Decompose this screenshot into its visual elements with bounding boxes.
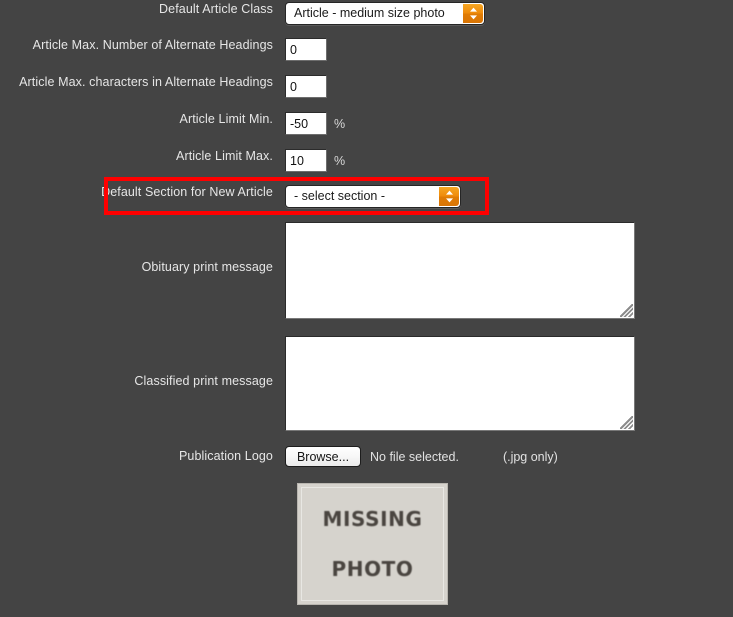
form-row-default-article-class: Default Article Class Article - medium s… — [0, 2, 733, 25]
publication-settings-form: Default Article Class Article - medium s… — [0, 0, 733, 617]
label-article-max-number-alternate-headings: Article Max. Number of Alternate Heading… — [32, 38, 273, 52]
field-article-limit-min: % — [285, 112, 345, 135]
label-publication-logo: Publication Logo — [178, 449, 273, 463]
form-row-obituary-print-message: Obituary print message — [0, 222, 733, 319]
textarea-classified-print-message[interactable] — [285, 336, 635, 431]
chevron-up-down-icon[interactable] — [439, 187, 459, 206]
field-default-article-class: Article - medium size photo — [285, 2, 485, 25]
textarea-obituary-print-message[interactable] — [285, 222, 635, 319]
form-row-classified-print-message: Classified print message — [0, 336, 733, 431]
select-default-article-class-value: Article - medium size photo — [294, 6, 445, 20]
label-classified-print-message: Classified print message — [134, 374, 273, 388]
file-selection-status: No file selected. — [370, 449, 459, 464]
file-format-note: (.jpg only) — [502, 449, 558, 464]
missing-photo-line-1: MISSING — [322, 507, 423, 531]
select-default-section-new-article[interactable]: - select section - — [285, 185, 461, 208]
select-default-article-class[interactable]: Article - medium size photo — [285, 2, 485, 25]
field-article-limit-max: % — [285, 149, 345, 172]
field-obituary-print-message — [285, 222, 635, 319]
resize-grip-icon[interactable] — [620, 416, 633, 429]
select-default-section-new-article-value: - select section - — [294, 189, 386, 203]
input-article-max-number-alternate-headings[interactable] — [285, 38, 327, 61]
field-article-max-number-alternate-headings — [285, 38, 327, 61]
field-classified-print-message — [285, 336, 635, 431]
field-publication-logo: Browse... No file selected. (.jpg only) — [285, 446, 558, 467]
resize-grip-icon[interactable] — [620, 304, 633, 317]
form-row-publication-logo: Publication Logo Browse... No file selec… — [0, 446, 733, 467]
form-row-article-limit-min: Article Limit Min. % — [0, 112, 733, 135]
label-default-article-class: Default Article Class — [159, 2, 273, 16]
label-article-max-characters-alternate-headings: Article Max. characters in Alternate Hea… — [19, 75, 273, 89]
label-article-limit-min: Article Limit Min. — [179, 112, 273, 126]
input-article-limit-min[interactable] — [285, 112, 327, 135]
input-article-limit-max[interactable] — [285, 149, 327, 172]
publication-logo-preview: MISSING PHOTO — [297, 483, 448, 605]
label-article-limit-max: Article Limit Max. — [176, 149, 273, 163]
input-article-max-characters-alternate-headings[interactable] — [285, 75, 327, 98]
field-default-section-new-article: - select section - — [285, 185, 461, 208]
form-row-default-section-new-article: Default Section for New Article - select… — [0, 185, 733, 208]
form-row-article-max-characters-alternate-headings: Article Max. characters in Alternate Hea… — [0, 75, 733, 98]
form-row-article-max-number-alternate-headings: Article Max. Number of Alternate Heading… — [0, 38, 733, 61]
chevron-up-down-icon[interactable] — [463, 4, 483, 23]
browse-button[interactable]: Browse... — [285, 446, 361, 467]
missing-photo-line-2: PHOTO — [331, 557, 414, 581]
form-row-article-limit-max: Article Limit Max. % — [0, 149, 733, 172]
label-obituary-print-message: Obituary print message — [141, 260, 273, 274]
label-default-section-new-article: Default Section for New Article — [101, 185, 273, 199]
suffix-article-limit-max: % — [334, 153, 346, 168]
suffix-article-limit-min: % — [334, 116, 346, 131]
field-article-max-characters-alternate-headings — [285, 75, 327, 98]
